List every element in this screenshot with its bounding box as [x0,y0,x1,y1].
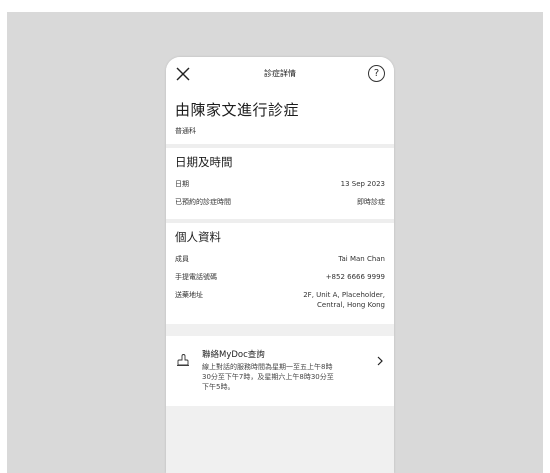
date-value: 13 Sep 2023 [340,180,385,188]
chevron-right-icon[interactable] [376,356,384,366]
address-label: 送藥地址 [175,291,203,299]
phone-value: +852 6666 9999 [325,273,385,281]
member-value: Tai Man Chan [338,255,385,263]
help-icon[interactable]: ? [368,65,385,82]
member-row: 成員 Tai Man Chan [175,254,385,264]
address-line-2: Central, Hong Kong [317,301,385,309]
consult-title: 由陳家文進行診症 [175,101,300,119]
datetime-section: 日期及時間 日期 13 Sep 2023 已預約的診症時間 即時診症 [166,148,394,219]
phone-screen: 診症詳情 ? 由陳家文進行診症 普通科 日期及時間 日期 13 Sep 2023… [166,57,394,473]
address-line-1: 2F, Unit A, Placeholder, [303,291,385,299]
address-value: 2F, Unit A, Placeholder, Central, Hong K… [303,290,385,310]
department-label: 普通科 [175,127,196,135]
address-row: 送藥地址 2F, Unit A, Placeholder, Central, H… [175,290,385,310]
personal-section: 個人資料 成員 Tai Man Chan 手提電話號碼 +852 6666 99… [166,223,394,324]
datetime-heading: 日期及時間 [175,155,233,169]
date-row: 日期 13 Sep 2023 [175,179,385,189]
date-label: 日期 [175,180,189,188]
page-header-title: 診症詳情 [264,69,296,78]
phone-row: 手提電話號碼 +852 6666 9999 [175,272,385,282]
consult-header: 由陳家文進行診症 普通科 [166,93,394,144]
booked-time-value: 即時診症 [357,198,385,206]
booked-time-label: 已預約的診症時間 [175,198,231,206]
contact-title: 聯絡MyDoc查詢 [202,350,265,360]
contact-mydoc-item[interactable]: 聯絡MyDoc查詢 線上對話的服務時間為星期一至五上午8時30分至下午7時，及星… [166,336,394,406]
chat-support-icon [177,354,189,366]
member-label: 成員 [175,255,189,263]
booked-time-row: 已預約的診症時間 即時診症 [175,197,385,207]
contact-description: 線上對話的服務時間為星期一至五上午8時30分至下午7時，及星期六上午8時30分至… [202,363,334,391]
top-bar: 診症詳情 ? [166,57,394,93]
personal-heading: 個人資料 [175,230,221,244]
phone-label: 手提電話號碼 [175,273,217,281]
